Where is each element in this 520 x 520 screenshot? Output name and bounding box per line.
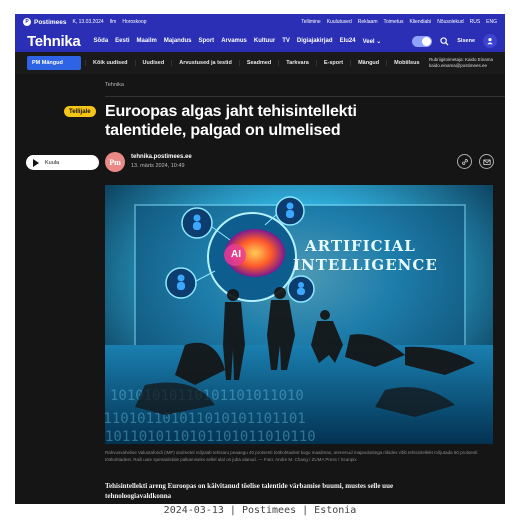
login-label[interactable]: Sisene [457,38,475,44]
author-name[interactable]: tehnika.postimees.ee [131,154,192,160]
subnav-item-games[interactable]: Mängud [350,60,386,66]
author-avatar: Pm [105,152,125,172]
main-nav: Sõda Eesti Maailm Majandus Sport Arvamus… [93,38,381,45]
topbar-link-rus[interactable]: RUS [470,19,481,25]
breadcrumb-section[interactable]: Tehnika [105,82,124,88]
page-frame: P Postimees K, 13.03.2024 Ilm Horoskoop … [15,14,505,504]
dark-mode-toggle[interactable] [412,35,433,47]
logo-text: Postimees [34,18,67,26]
section-editor-contact: Rubriigitoimetaja: Kaido Einama kaido.ei… [429,57,493,69]
pm-games-button[interactable]: PM Mängud [27,56,81,70]
search-icon[interactable] [440,36,449,46]
subnav-item-news[interactable]: Uudised [134,60,172,66]
binary-floor-pattern: 10101010110101101011010 0110101101011010… [105,388,316,444]
nav-item-magazines[interactable]: Digiajakirjad [297,38,333,45]
mail-icon [482,159,491,165]
nav-item-estonia[interactable]: Eesti [115,38,129,45]
nav-item-sport[interactable]: Sport [199,38,215,45]
nav-item-war[interactable]: Sõda [93,38,108,45]
topbar-link-ads[interactable]: Kuulutused [327,19,352,25]
listen-label: Kuula [45,159,60,166]
subnav-item-devices[interactable]: Seadmed [238,60,278,66]
topbar-link-subscribe[interactable]: Tellimine [301,19,320,25]
nav-item-more[interactable]: Veel ⌄ [363,38,382,45]
hero-ai-label: AI [231,249,241,260]
logo-mark-icon: P [23,18,31,26]
nav-item-opinion[interactable]: Arvamus [221,38,247,45]
subnav-item-esport[interactable]: E-sport [315,60,350,66]
postimees-logo[interactable]: P Postimees [23,18,67,26]
hero-text-intelligence: INTELLIGENCE [293,256,438,274]
topbar-link-horoscope[interactable]: Horoskoop [122,19,146,25]
top-utility-bar: P Postimees K, 13.03.2024 Ilm Horoskoop … [15,14,505,30]
divider [105,96,505,97]
sub-nav: PM Mängud Kõik uudised Uudised Arvustuse… [15,52,505,74]
editor-email[interactable]: kaido.einama@postimees.ee [429,63,493,69]
topbar-link-advertising[interactable]: Reklaam [358,19,378,25]
subnav-item-reviews[interactable]: Arvustused ja testid [171,60,239,66]
user-icon[interactable] [483,34,497,48]
nav-item-world[interactable]: Maailm [137,38,157,45]
user-glyph-icon [487,38,493,45]
subscriber-badge: Tellijale [64,106,96,117]
nav-item-tv[interactable]: TV [282,38,290,45]
nav-item-culture[interactable]: Kultuur [254,38,275,45]
subnav-item-software[interactable]: Tarkvara [278,60,316,66]
publish-date: 13. märts 2024, 10:49 [131,163,185,169]
share-email-button[interactable] [479,154,494,169]
svg-text:0110101101011010101101101: 0110101101011010101101101 [105,411,306,427]
subnav-item-mobility[interactable]: Mobiilsus [386,60,426,66]
brand-title[interactable]: Tehnika [27,33,81,50]
topbar-date: K, 13.03.2024 [72,19,104,25]
nav-item-elu24[interactable]: Elu24 [340,38,356,45]
topbar-link-editorial[interactable]: Toimetus [383,19,403,25]
article-headline: Euroopas algas jaht tehisintellekti tale… [105,103,357,139]
hero-caption: Rahvusvahelise Valuutafondi (IMF) andmet… [105,450,478,462]
topbar-link-eng[interactable]: ENG [486,19,497,25]
svg-text:1011010110101101011010110: 1011010110101101011010110 [105,429,316,444]
listen-button[interactable]: Kuula [26,155,99,170]
play-icon [33,158,39,167]
topbar-link-support[interactable]: Kliendiabi [410,19,432,25]
subnav-item-all-news[interactable]: Kõik uudised [85,60,135,66]
hero-image[interactable]: 10101010110101101011010 0110101101011010… [105,185,493,444]
hero-text-artificial: ARTIFICIAL [304,237,416,255]
main-header: Tehnika Sõda Eesti Maailm Majandus Sport… [15,30,505,52]
nav-item-economy[interactable]: Majandus [164,38,192,45]
topbar-link-consents[interactable]: Nõusolekud [437,19,463,25]
footer-meta: 2024-03-13 | Postimees | Estonia [163,505,357,516]
share-link-button[interactable] [457,154,472,169]
topbar-link-weather[interactable]: Ilm [110,19,117,25]
link-icon [461,158,468,165]
article-lead: Tehisintellekti areng Euroopas on käivit… [105,482,394,500]
